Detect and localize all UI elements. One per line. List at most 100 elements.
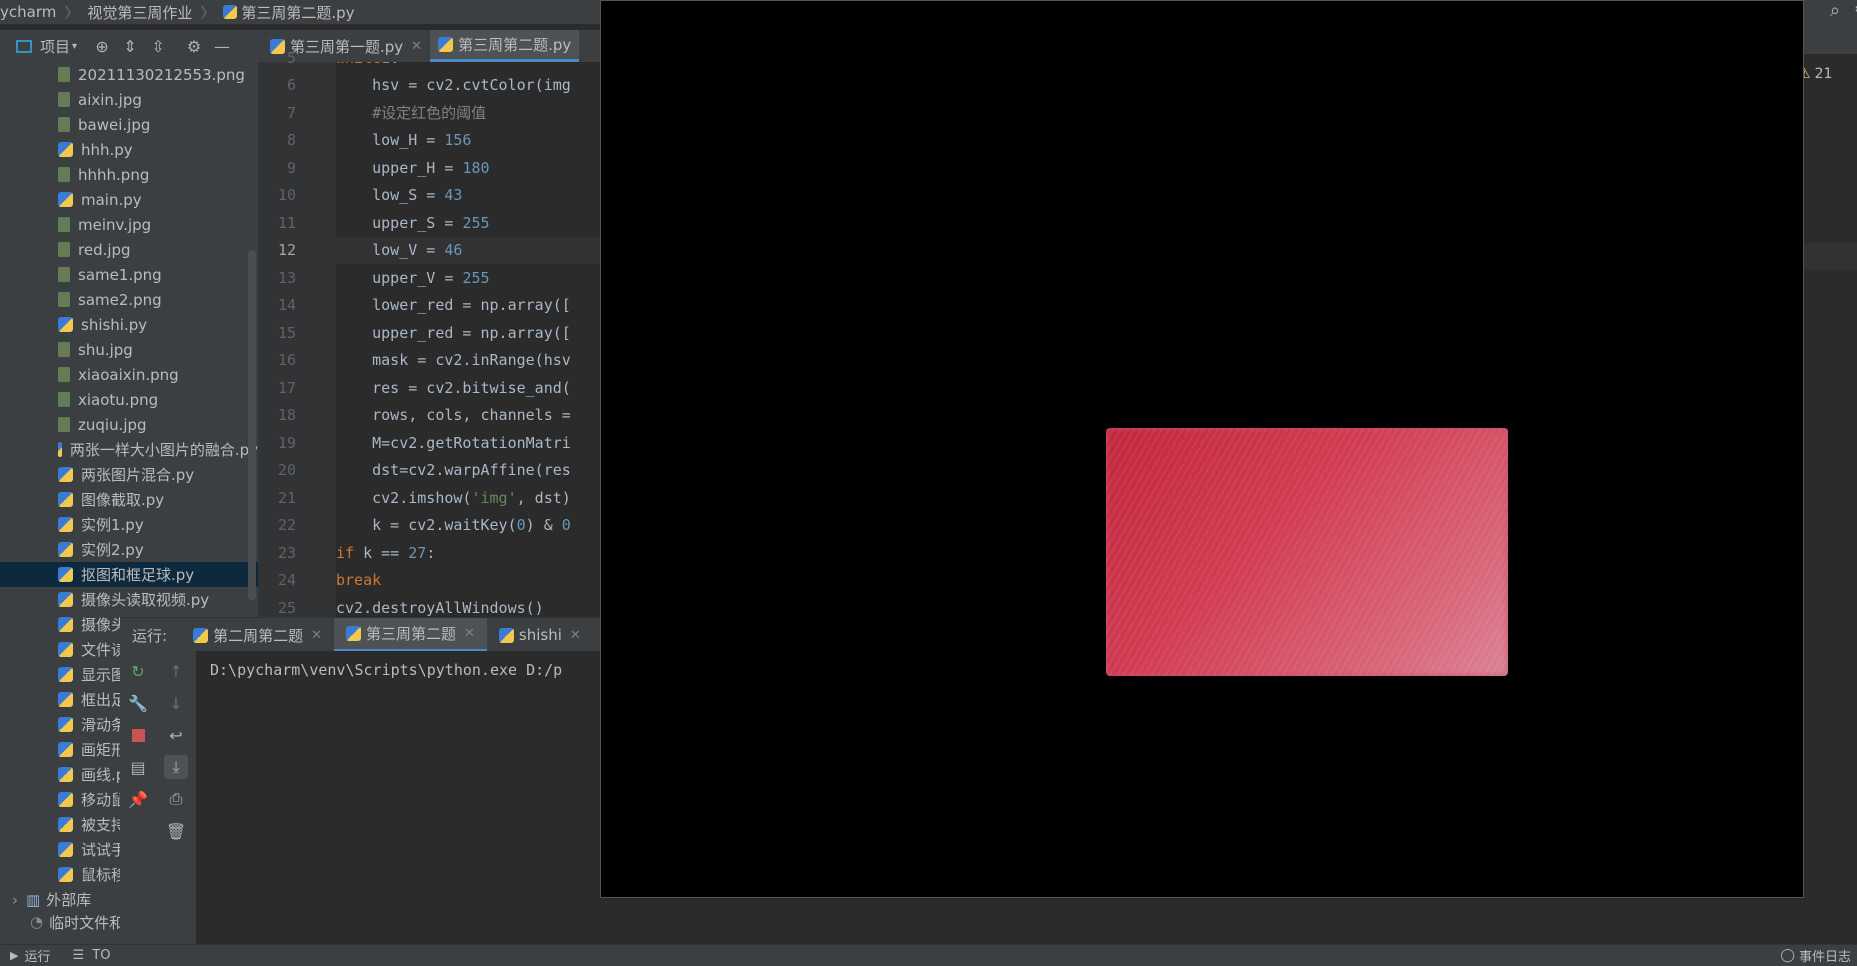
run-tab-week3-q2[interactable]: 第三周第二题 ✕	[333, 618, 487, 652]
scroll-to-end-icon[interactable]: ⤓	[164, 755, 188, 779]
wrench-icon[interactable]: 🔧	[126, 691, 150, 715]
library-icon: ▥	[26, 890, 41, 909]
tree-item[interactable]: zuqiu.jpg	[0, 412, 258, 437]
close-icon[interactable]: ✕	[464, 626, 475, 641]
run-tab-week2-q2[interactable]: 第二周第二题 ✕	[181, 618, 334, 652]
tree-item[interactable]: aixin.jpg	[0, 87, 258, 112]
soft-wrap-icon[interactable]: ↩	[164, 723, 188, 747]
tree-item[interactable]: hhhh.png	[0, 162, 258, 187]
chevron-right-icon: ›	[12, 890, 18, 909]
collapse-all-icon[interactable]: ⇳	[147, 35, 169, 57]
tree-item-label: 画线.p	[81, 766, 126, 784]
breadcrumb-project[interactable]: ycharm	[0, 3, 56, 21]
stop-icon[interactable]	[126, 723, 150, 747]
code-line[interactable]: hsv = cv2.cvtColor(img	[336, 72, 600, 100]
code-line[interactable]: cv2.destroyAllWindows()	[336, 594, 600, 617]
python-file-icon	[58, 667, 73, 682]
breadcrumb-folder[interactable]: 视觉第三周作业	[87, 2, 192, 23]
trash-icon[interactable]: 🗑	[164, 819, 188, 843]
arrow-up-icon[interactable]: ↑	[164, 659, 188, 683]
minimize-icon[interactable]: —	[211, 35, 233, 57]
python-file-icon	[58, 867, 73, 882]
code-line[interactable]: rows, cols, channels =	[336, 402, 600, 430]
tree-item[interactable]: 实例2.py	[0, 537, 258, 562]
tree-item-label: 实例1.py	[81, 516, 144, 534]
layout-icon[interactable]: ▤	[126, 755, 150, 779]
tree-item-label: 图像截取.py	[81, 491, 165, 509]
code-line[interactable]: upper_S = 255	[336, 209, 600, 237]
code-line[interactable]: mask = cv2.inRange(hsv	[336, 347, 600, 375]
tree-item[interactable]: xiaoaixin.png	[0, 362, 258, 387]
tree-item[interactable]: xiaotu.png	[0, 387, 258, 412]
code-line[interactable]: res = cv2.bitwise_and(	[336, 374, 600, 402]
image-file-icon	[58, 217, 70, 232]
tree-item-label: 两张一样大小图片的融合.py	[69, 441, 258, 459]
tree-item[interactable]: same2.png	[0, 287, 258, 312]
editor-tab-week3-q2[interactable]: 第三周第二题.py	[430, 30, 580, 62]
tree-item-label: xiaotu.png	[78, 390, 159, 409]
run-tool-button[interactable]: ▶ 运行	[10, 946, 50, 965]
locate-icon[interactable]: ⊕	[91, 35, 113, 57]
close-icon[interactable]: ✕	[411, 39, 422, 54]
tree-item-label: shishi.py	[81, 315, 148, 334]
event-log-button[interactable]: ◯ 事件日志	[1780, 946, 1851, 965]
tree-item[interactable]: 两张图片混合.py	[0, 462, 258, 487]
project-view-selector[interactable]: 项目 ▾	[16, 36, 77, 57]
line-number: 19	[277, 433, 296, 452]
tree-item-label: aixin.jpg	[78, 90, 142, 109]
code-line[interactable]: low_V = 46	[336, 236, 600, 264]
tree-item-label: same1.png	[78, 265, 162, 284]
print-icon[interactable]: ⎙	[164, 787, 188, 811]
code-line[interactable]: low_H = 156	[336, 127, 600, 155]
tree-item[interactable]: meinv.jpg	[0, 212, 258, 237]
pin-icon[interactable]: 📌	[126, 787, 150, 811]
code-editor[interactable]: while 1: hsv = cv2.cvtColor(img #设定红色的阈值…	[336, 62, 600, 617]
search-icon[interactable]: ⌕	[1830, 0, 1840, 21]
code-line[interactable]: #设定红色的阈值	[336, 99, 600, 127]
tree-item[interactable]: 实例1.py	[0, 512, 258, 537]
tree-item[interactable]: 图像截取.py	[0, 487, 258, 512]
rerun-icon[interactable]: ↻	[126, 659, 150, 683]
run-tab-shishi[interactable]: shishi ✕	[487, 618, 593, 652]
code-line[interactable]: cv2.imshow('img', dst)	[336, 484, 600, 512]
event-log-label: 事件日志	[1798, 950, 1851, 965]
tree-item[interactable]: 抠图和框足球.py	[0, 562, 258, 587]
bottom-right-panel	[1633, 898, 1857, 944]
todo-tool-button[interactable]: ☰ TO	[72, 948, 110, 963]
close-icon[interactable]: ✕	[570, 628, 581, 643]
tree-item[interactable]: red.jpg	[0, 237, 258, 262]
code-line[interactable]: M=cv2.getRotationMatri	[336, 429, 600, 457]
code-line[interactable]: upper_red = np.array([	[336, 319, 600, 347]
line-number: 11	[277, 213, 296, 232]
code-line[interactable]: lower_red = np.array([	[336, 292, 600, 320]
code-line[interactable]: break	[336, 567, 600, 595]
code-line[interactable]: dst=cv2.warpAffine(res	[336, 457, 600, 485]
code-line[interactable]: k = cv2.waitKey(0) & 0	[336, 512, 600, 540]
tree-item[interactable]: 摄像头读取视频.py	[0, 587, 258, 612]
tree-item-label: 两张图片混合.py	[81, 466, 195, 484]
tree-scrollbar[interactable]	[248, 250, 256, 600]
tree-item[interactable]: shu.jpg	[0, 337, 258, 362]
console-output[interactable]: D:\pycharm\venv\Scripts\python.exe D:/p	[196, 651, 600, 944]
tree-item[interactable]: 两张一样大小图片的融合.py	[0, 437, 258, 462]
breadcrumb-file[interactable]: 第三周第二题.py	[241, 2, 354, 23]
code-line[interactable]: if k == 27:	[336, 539, 600, 567]
tree-item[interactable]: hhh.py	[0, 137, 258, 162]
arrow-down-icon[interactable]: ↓	[164, 691, 188, 715]
code-line[interactable]: low_S = 43	[336, 182, 600, 210]
tree-item[interactable]: 20211130212553.png	[0, 62, 258, 87]
python-file-icon	[345, 626, 361, 641]
tree-item-label: 摄像头读取视频.py	[81, 591, 210, 609]
tree-item[interactable]: shishi.py	[0, 312, 258, 337]
expand-all-icon[interactable]: ⇕	[119, 35, 141, 57]
code-line[interactable]: while 1:	[336, 62, 600, 72]
tree-item[interactable]: bawei.jpg	[0, 112, 258, 137]
code-line[interactable]: upper_V = 255	[336, 264, 600, 292]
gear-icon[interactable]: ⚙	[183, 35, 205, 57]
run-tab-bar: 运行: 第二周第二题 ✕ 第三周第二题 ✕ shishi ✕	[120, 617, 600, 652]
tree-item[interactable]: same1.png	[0, 262, 258, 287]
image-file-icon	[58, 292, 70, 307]
close-icon[interactable]: ✕	[311, 628, 322, 643]
tree-item[interactable]: main.py	[0, 187, 258, 212]
code-line[interactable]: upper_H = 180	[336, 154, 600, 182]
